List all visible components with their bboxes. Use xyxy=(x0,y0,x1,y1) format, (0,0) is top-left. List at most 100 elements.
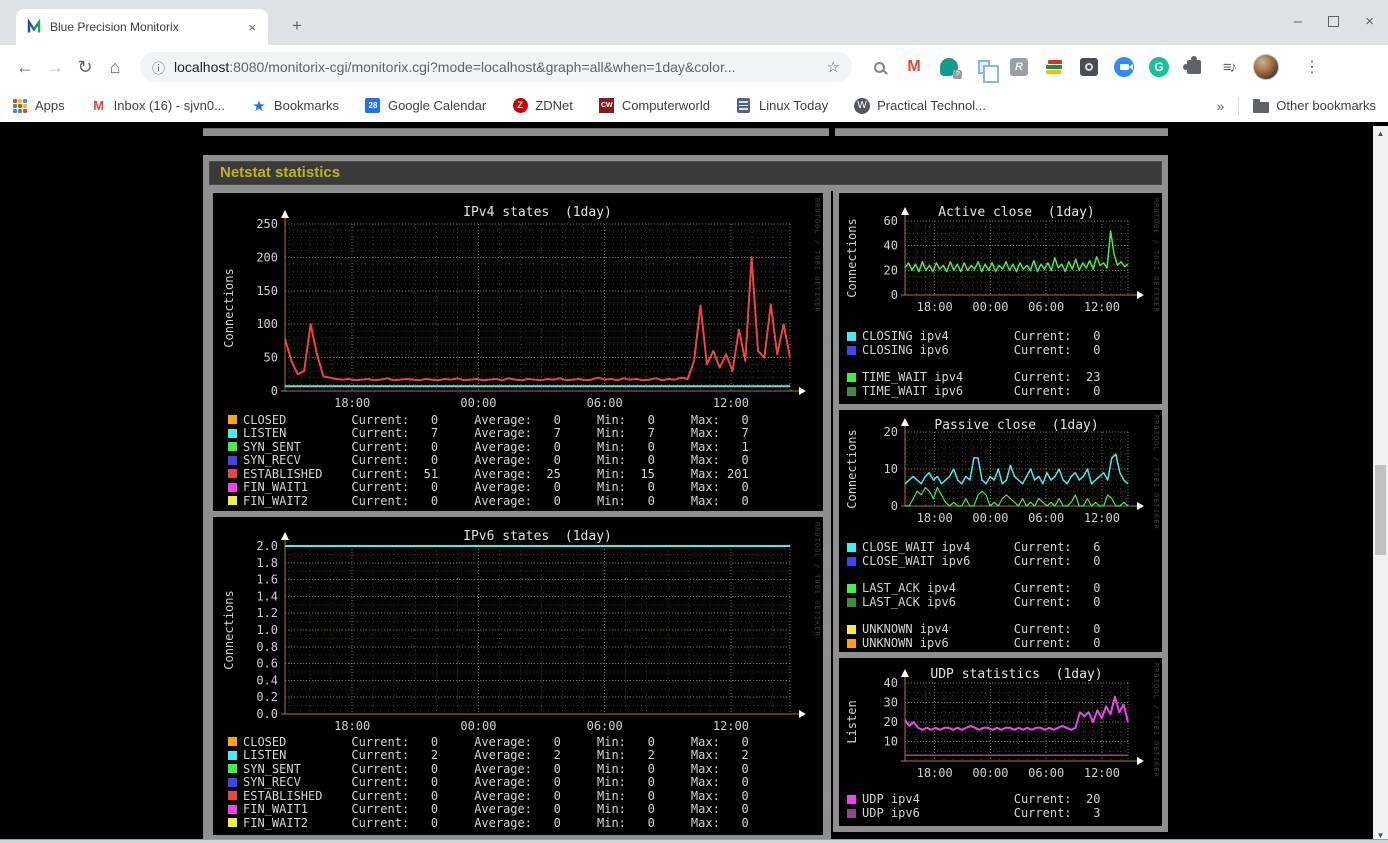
bookmarks-separator xyxy=(1238,96,1240,115)
extensions-puzzle-icon[interactable] xyxy=(1183,56,1205,78)
legend-text: SYN_RECV Current: 0 Average: 0 Min: 0 Ma… xyxy=(243,775,749,790)
wordpress-icon: W xyxy=(854,97,871,114)
legend-text: LISTEN Current: 7 Average: 7 Min: 7 Max:… xyxy=(243,426,749,441)
tab-close-icon[interactable]: × xyxy=(244,20,260,35)
legend-swatch xyxy=(847,638,856,648)
computerworld-icon: CW xyxy=(599,98,615,114)
svg-text:0.2: 0.2 xyxy=(256,690,278,704)
gmail-extension-icon[interactable]: M xyxy=(903,56,925,78)
voice-extension-icon[interactable] xyxy=(938,56,962,79)
bookmark-label: Apps xyxy=(35,98,65,113)
svg-text:250: 250 xyxy=(256,217,278,231)
svg-text:10: 10 xyxy=(884,735,898,749)
bookmark-label: Practical Technol... xyxy=(877,98,986,113)
ipv4-states-graph[interactable]: IPv4 states (1day) Connections RRDTOOL /… xyxy=(213,193,823,511)
legend-swatch xyxy=(228,818,237,828)
svg-text:06:00: 06:00 xyxy=(587,396,623,410)
svg-text:0.4: 0.4 xyxy=(256,673,278,687)
svg-text:20: 20 xyxy=(884,425,898,439)
zoom-extension-icon[interactable] xyxy=(1113,56,1135,78)
bookmark-zdnet[interactable]: Z ZDNet xyxy=(512,98,573,114)
passive-close-graph[interactable]: Passive close (1day) Connections RRDTOOL… xyxy=(839,410,1162,652)
svg-text:60: 60 xyxy=(884,214,898,228)
scrollbar-thumb[interactable] xyxy=(1375,465,1386,555)
legend-text: LAST_ACK ipv4 Current: 0 xyxy=(862,581,1101,595)
forward-button[interactable]: → xyxy=(40,57,70,78)
svg-text:12:00: 12:00 xyxy=(1084,300,1120,314)
bookmark-apps[interactable]: Apps xyxy=(12,98,65,114)
bookmark-bookmarks[interactable]: ★ Bookmarks xyxy=(251,97,339,115)
legend-text: UNKNOWN ipv4 Current: 0 xyxy=(862,622,1101,636)
svg-text:12:00: 12:00 xyxy=(713,396,749,410)
svg-text:00:00: 00:00 xyxy=(460,719,496,733)
url-path: :8080/monitorix-cgi/monitorix.cgi?mode=l… xyxy=(229,59,736,75)
legend-text: UDP ipv4 Current: 20 xyxy=(862,792,1101,806)
legend-swatch xyxy=(228,455,237,465)
page-content: Netstat statistics IPv4 states (1day) Co… xyxy=(0,122,1388,843)
legend-row: CLOSING ipv4 Current: 0 xyxy=(847,329,1100,343)
back-button[interactable]: ← xyxy=(10,57,40,78)
bookmark-practical-technology[interactable]: W Practical Technol... xyxy=(854,97,986,114)
legend-text: UNKNOWN ipv6 Current: 0 xyxy=(862,636,1101,650)
reload-button[interactable]: ↻ xyxy=(70,57,100,78)
profile-avatar[interactable] xyxy=(1253,54,1279,80)
bookmark-inbox[interactable]: M Inbox (16) - sjvn0... xyxy=(91,98,225,114)
browser-menu-icon[interactable]: ⋮ xyxy=(1304,57,1320,77)
legend-swatch xyxy=(847,372,856,382)
page-scrollbar[interactable]: ▲ ▼ xyxy=(1373,126,1388,843)
scrollbar-up-arrow[interactable]: ▲ xyxy=(1373,126,1388,141)
maximize-button[interactable] xyxy=(1328,16,1340,27)
address-bar[interactable]: ⓘ localhost:8080/monitorix-cgi/monitorix… xyxy=(140,52,852,82)
legend-row: LISTEN Current: 7 Average: 7 Min: 7 Max:… xyxy=(228,426,749,441)
r-extension-icon[interactable]: R xyxy=(1008,56,1030,78)
legend-swatch xyxy=(228,777,237,787)
legend-text: FIN_WAIT1 Current: 0 Average: 0 Min: 0 M… xyxy=(243,802,749,817)
site-info-icon[interactable]: ⓘ xyxy=(152,58,165,77)
graph-legend: CLOSED Current: 0 Average: 0 Min: 0 Max:… xyxy=(228,413,749,508)
legend-swatch xyxy=(228,482,237,492)
new-tab-button[interactable]: + xyxy=(292,16,302,36)
legend-swatch xyxy=(847,331,856,341)
ipv6-states-graph[interactable]: IPv6 states (1day) Connections RRDTOOL /… xyxy=(213,517,823,835)
bookmark-linux-today[interactable]: Linux Today xyxy=(736,98,828,114)
copy-pages-extension-icon[interactable] xyxy=(973,56,999,83)
home-button[interactable]: ⌂ xyxy=(100,57,130,78)
screenshot-extension-icon[interactable] xyxy=(1078,56,1100,78)
bookmarks-overflow-chevron[interactable]: » xyxy=(1217,98,1225,114)
legend-row: FIN_WAIT1 Current: 0 Average: 0 Min: 0 M… xyxy=(228,480,749,494)
legend-text: CLOSED Current: 0 Average: 0 Min: 0 Max:… xyxy=(243,412,749,427)
other-bookmarks[interactable]: Other bookmarks xyxy=(1253,98,1376,114)
grammarly-extension-icon[interactable]: G xyxy=(1148,56,1170,78)
legend-text: LISTEN Current: 2 Average: 2 Min: 2 Max:… xyxy=(243,748,749,763)
svg-text:12:00: 12:00 xyxy=(713,719,749,733)
window-close-button[interactable]: × xyxy=(1365,14,1374,29)
bookmark-star-icon[interactable]: ☆ xyxy=(827,58,840,76)
udp-statistics-graph[interactable]: UDP statistics (1day) Listen RRDTOOL / T… xyxy=(839,658,1162,826)
legend-text: TIME_WAIT ipv4 Current: 23 xyxy=(862,370,1101,384)
search-extension-icon[interactable] xyxy=(868,56,890,78)
bookmark-google-calendar[interactable]: 28 Google Calendar xyxy=(365,98,486,114)
minimize-button[interactable]: – xyxy=(1294,14,1302,29)
legend-text: CLOSE_WAIT ipv6 Current: 0 xyxy=(862,554,1101,568)
active-close-graph[interactable]: Active close (1day) Connections RRDTOOL … xyxy=(839,193,1162,404)
star-icon: ★ xyxy=(252,97,266,115)
playlist-extension-icon[interactable]: ≡♪ xyxy=(1218,56,1240,78)
legend-text: SYN_SENT Current: 0 Average: 0 Min: 0 Ma… xyxy=(243,761,749,776)
svg-text:00:00: 00:00 xyxy=(972,300,1008,314)
svg-text:06:00: 06:00 xyxy=(1028,511,1064,525)
legend-swatch xyxy=(847,597,856,607)
legend-row: TIME_WAIT ipv6 Current: 0 xyxy=(847,384,1100,398)
legend-row: LAST_ACK ipv4 Current: 0 xyxy=(847,581,1100,595)
graph-canvas: 0 50 100 150 200 250 18:00 00:00 06:00 12:00 xyxy=(256,210,806,410)
books-extension-icon[interactable] xyxy=(1043,56,1065,78)
window-border xyxy=(0,839,1388,843)
bookmark-computerworld[interactable]: CW Computerworld xyxy=(599,98,710,114)
graph-legend: CLOSE_WAIT ipv4 Current: 6 CLOSE_WAIT ipv… xyxy=(847,540,1100,650)
legend-swatch xyxy=(228,737,237,747)
legend-swatch xyxy=(228,804,237,814)
legend-swatch xyxy=(228,415,237,425)
browser-tab[interactable]: Blue Precision Monitorix × xyxy=(16,9,268,45)
section-title: Netstat statistics xyxy=(209,161,1162,185)
svg-text:0: 0 xyxy=(271,384,278,398)
legend-swatch xyxy=(847,624,856,634)
